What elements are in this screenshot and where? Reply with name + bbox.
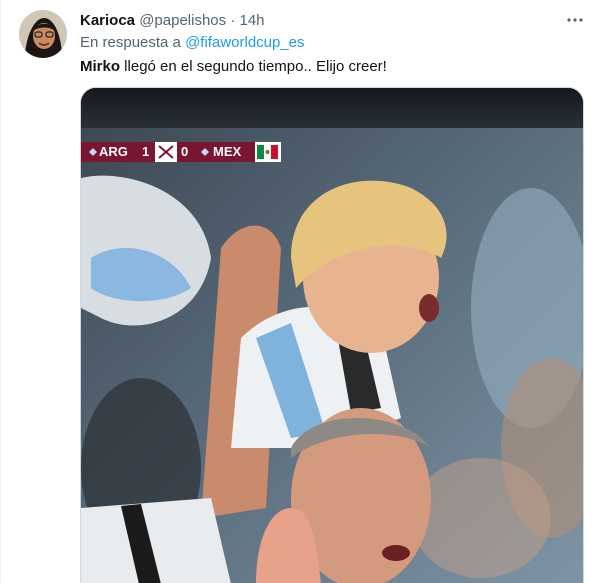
reply-prefix: En respuesta a (80, 34, 181, 51)
tweet-card[interactable]: Karioca @papelishos · 14h En respuesta a… (0, 0, 603, 583)
tweet-media[interactable]: ARG 1 0 MEX (80, 87, 584, 583)
author-handle[interactable]: @papelishos (139, 12, 226, 29)
media-image (81, 88, 583, 583)
team-home: ARG (99, 144, 128, 159)
avatar-image (19, 10, 67, 58)
tweet-text-bold: Mirko (80, 58, 121, 75)
tweet-text: Mirko llegó en el segundo tiempo.. Elijo… (80, 57, 387, 77)
author-name[interactable]: Karioca (80, 12, 135, 29)
reply-mention-link[interactable]: @fifaworldcup_es (185, 34, 304, 51)
score-home: 1 (142, 144, 150, 159)
tweet-header: Karioca @papelishos · 14h (80, 11, 265, 31)
avatar[interactable] (19, 10, 67, 58)
scorebug: ARG 1 0 MEX (81, 142, 281, 162)
team-away: MEX (213, 144, 242, 159)
timestamp[interactable]: 14h (240, 12, 265, 29)
tweet-text-rest: llegó en el segundo tiempo.. Elijo creer… (120, 58, 387, 75)
score-away: 0 (181, 144, 189, 159)
separator-dot: · (230, 12, 236, 29)
reply-context: En respuesta a @fifaworldcup_es (80, 34, 305, 52)
more-options-icon[interactable] (565, 10, 585, 30)
